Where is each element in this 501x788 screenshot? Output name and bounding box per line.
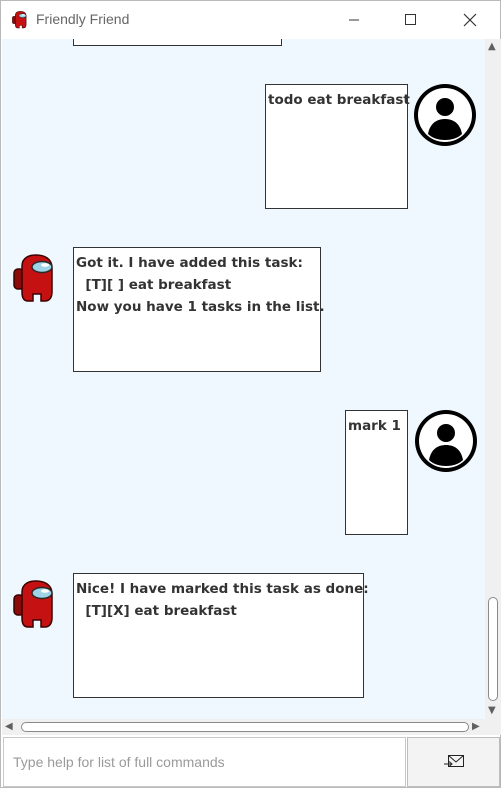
maximize-icon (405, 14, 416, 25)
chat-scroll-area[interactable]: todo eat breakfast Got it. I have added … (2, 39, 485, 719)
scroll-down-arrow-icon[interactable]: ▼ (488, 706, 496, 716)
vertical-scrollbar[interactable]: ▲ ▼ (485, 39, 501, 719)
close-icon (463, 13, 477, 27)
app-window: Friendly Friend todo eat breakfast Got i… (0, 0, 501, 788)
previous-message-bubble (73, 39, 282, 46)
bot-message-bubble: Got it. I have added this task: [T][ ] e… (73, 247, 325, 372)
title-bar[interactable]: Friendly Friend (1, 1, 500, 39)
crewmate-avatar-icon (12, 254, 58, 304)
vertical-scroll-thumb[interactable] (488, 597, 498, 701)
close-button[interactable] (447, 1, 493, 39)
scrollbar-corner (485, 719, 501, 735)
scroll-left-arrow-icon[interactable]: ◀ (5, 722, 13, 732)
user-message-bubble: mark 1 (345, 410, 408, 535)
send-mail-icon (443, 755, 464, 767)
send-button[interactable] (407, 737, 500, 787)
user-avatar-icon (413, 83, 477, 147)
command-input[interactable] (3, 737, 406, 787)
crewmate-avatar-icon (12, 580, 58, 630)
scroll-up-arrow-icon[interactable]: ▲ (488, 42, 496, 52)
minimize-icon (349, 19, 359, 21)
user-avatar-icon (414, 409, 478, 473)
horizontal-scroll-thumb[interactable] (21, 722, 469, 732)
crewmate-icon (11, 11, 29, 29)
user-message-bubble: todo eat breakfast (265, 84, 410, 209)
maximize-button[interactable] (388, 1, 434, 39)
window-title: Friendly Friend (36, 11, 130, 27)
scroll-right-arrow-icon[interactable]: ▶ (472, 722, 480, 732)
bot-message-bubble: Nice! I have marked this task as done: [… (73, 573, 369, 698)
minimize-button[interactable] (331, 1, 377, 39)
horizontal-scrollbar[interactable]: ◀ ▶ (2, 719, 485, 735)
